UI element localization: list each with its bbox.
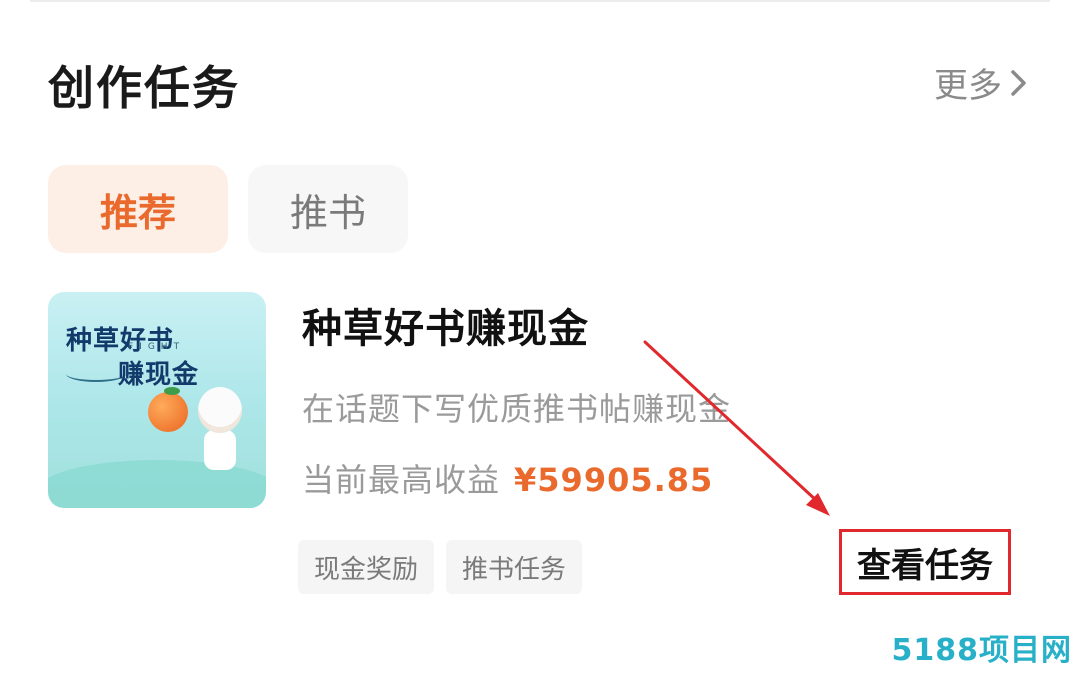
section-title: 创作任务 [48,61,240,115]
chevron-right-icon [1011,69,1026,96]
persimmon-illustration [148,392,188,432]
cover-subtext: FIGHT [128,342,186,352]
character-head [198,387,242,433]
cover-swoosh [66,366,126,382]
more-label: 更多 [934,66,1002,106]
cover-wave [48,460,266,508]
top-divider [30,0,1050,2]
task-tags: 现金奖励 推书任务 [298,540,583,594]
tag-book-task: 推书任务 [446,540,583,594]
tab-recommend[interactable]: 推荐 [48,165,228,253]
tab-book-promo[interactable]: 推书 [248,165,408,253]
watermark-logo: 5188项目网 [891,633,1072,668]
more-link[interactable]: 更多 [934,58,1028,107]
task-description: 在话题下写优质推书帖赚现金 [302,390,732,428]
task-cover-image[interactable]: 种草好书 FIGHT 赚现金 [48,292,266,508]
character-body [204,430,236,470]
cover-text-line2: 赚现金 [118,360,200,390]
tab-bar: 推荐 推书 [48,165,408,253]
earnings-amount: ¥59905.85 [514,461,714,499]
leaf-illustration [164,387,180,395]
tag-cash-reward: 现金奖励 [298,540,435,594]
task-earnings: 当前最高收益 ¥59905.85 [302,455,713,501]
earnings-label: 当前最高收益 [302,461,501,499]
task-title[interactable]: 种草好书赚现金 [302,296,589,354]
view-task-button[interactable]: 查看任务 [839,529,1011,595]
